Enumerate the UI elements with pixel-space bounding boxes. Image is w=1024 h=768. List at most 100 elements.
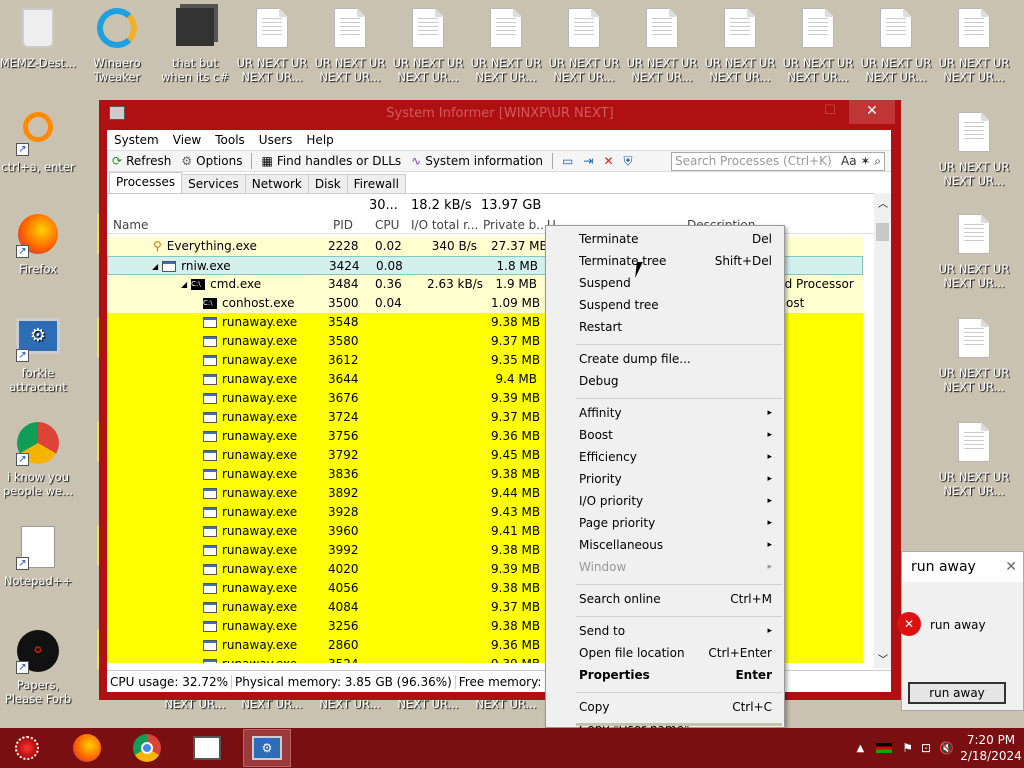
terminate-toolbar-button[interactable]: ✕	[598, 154, 618, 168]
desktop-icon[interactable]: UR NEXT UR NEXT UR...	[856, 8, 936, 84]
desktop-icon[interactable]: that but when its c#	[155, 8, 235, 84]
context-item-i-o-priority[interactable]: I/O priority ▸	[579, 492, 772, 510]
desktop-icon[interactable]: UR NEXT UR NEXT UR...	[934, 8, 1014, 84]
desktop-icon[interactable]: UR NEXT UR NEXT UR...	[310, 8, 390, 84]
desktop-icon[interactable]: Winaero Tweaker	[77, 8, 157, 84]
context-item-create-dump-file[interactable]: Create dump file...	[579, 350, 772, 368]
close-window-button[interactable]: ✕	[849, 100, 895, 124]
desktop-icon-label: UR NEXT UR NEXT UR...	[548, 56, 620, 84]
desktop-icon[interactable]: UR NEXT UR NEXT UR...	[778, 8, 858, 84]
taskbar-firefox[interactable]	[63, 729, 111, 767]
context-item-affinity[interactable]: Affinity ▸	[579, 404, 772, 422]
menu-item-shortcut: Enter	[735, 668, 772, 682]
desktop-icon[interactable]: ✪ ↗ Papers, Please Forb	[0, 630, 78, 706]
context-item-debug[interactable]: Debug	[579, 372, 772, 390]
exe-icon	[203, 544, 217, 556]
menu-item-shortcut: Ctrl+M	[730, 592, 772, 606]
menu-users[interactable]: Users	[252, 133, 300, 147]
process-pid: 2860	[328, 638, 359, 652]
context-item-suspend[interactable]: Suspend	[579, 274, 772, 292]
dialog-close-icon[interactable]: ✕	[1005, 552, 1017, 582]
header-private[interactable]: Private b...	[483, 218, 548, 232]
show-hidden-icons[interactable]: ▲	[857, 743, 865, 754]
expand-arrow-icon[interactable]: ◢	[152, 262, 158, 271]
header-name[interactable]: Name	[113, 218, 148, 232]
menu-view[interactable]: View	[166, 133, 208, 147]
vertical-scrollbar[interactable]: ︿ ﹀	[874, 193, 891, 668]
scroll-thumb[interactable]	[876, 223, 889, 241]
menu-help[interactable]: Help	[299, 133, 340, 147]
context-item-efficiency[interactable]: Efficiency ▸	[579, 448, 772, 466]
desktop-icon[interactable]: UR NEXT UR NEXT UR...	[622, 8, 702, 84]
header-pid[interactable]: PID	[333, 218, 353, 232]
shortcut-arrow-icon: ↗	[16, 557, 29, 570]
desktop-icon-label: i know you people we...	[2, 470, 74, 498]
desktop-icon[interactable]: UR NEXT UR NEXT UR...	[544, 8, 624, 84]
context-item-copy[interactable]: Copy Ctrl+C	[579, 698, 772, 716]
context-item-miscellaneous[interactable]: Miscellaneous ▸	[579, 536, 772, 554]
desktop-icon[interactable]: ↗ ctrl+a, enter	[0, 112, 78, 174]
menu-system[interactable]: System	[107, 133, 166, 147]
context-item-restart[interactable]: Restart	[579, 318, 772, 336]
tab-processes[interactable]: Processes	[109, 172, 183, 193]
context-item-properties[interactable]: Properties Enter	[579, 666, 772, 684]
window-icon: ▭	[562, 154, 574, 168]
desktop-icon[interactable]: UR NEXT UR NEXT UR...	[934, 214, 1014, 290]
context-item-page-priority[interactable]: Page priority ▸	[579, 514, 772, 532]
context-item-search-online[interactable]: Search online Ctrl+M	[579, 590, 772, 608]
options-button[interactable]: ⚙ Options	[176, 154, 247, 168]
desktop-icon[interactable]: ↗ i know you people we...	[0, 422, 78, 498]
scroll-up-icon[interactable]: ︿	[878, 195, 888, 210]
context-item-send-to[interactable]: Send to ▸	[579, 622, 772, 640]
action-center-icon[interactable]: ⚑	[902, 741, 913, 755]
desktop-icon[interactable]: UR NEXT UR NEXT UR...	[232, 8, 312, 84]
desktop-icon[interactable]: UR NEXT UR NEXT UR...	[934, 422, 1014, 498]
shield-button[interactable]: ⛨	[619, 154, 638, 169]
find-handles-button[interactable]: ▦ Find handles or DLLs	[256, 154, 406, 168]
tab-network[interactable]: Network	[244, 174, 309, 193]
header-io[interactable]: I/O total r...	[411, 218, 478, 232]
taskbar-chrome[interactable]	[123, 729, 171, 767]
window-icon-button[interactable]: ▭	[557, 154, 578, 168]
network-icon[interactable]: ⊡	[921, 741, 931, 755]
submenu-arrow-icon: ▸	[767, 430, 772, 440]
desktop-icon[interactable]: UR NEXT UR NEXT UR...	[934, 112, 1014, 188]
flag-icon[interactable]	[876, 743, 893, 753]
desktop-icon[interactable]: UR NEXT UR NEXT UR...	[700, 8, 780, 84]
clock[interactable]: 7:20 PM 2/18/2024	[958, 732, 1024, 764]
desktop-icon[interactable]: ↗ Notepad++	[0, 526, 78, 588]
desktop-icon[interactable]: UR NEXT UR NEXT UR...	[466, 8, 546, 84]
exe-icon	[203, 487, 217, 499]
taskbar-system-informer[interactable]: ⚙	[243, 729, 291, 767]
desktop-icon[interactable]: ⚙ ↗ forkie attractant	[0, 318, 78, 394]
tab-services[interactable]: Services	[181, 174, 246, 193]
search-input[interactable]: Search Processes (Ctrl+K) Aa ✶ ⌕	[671, 152, 885, 171]
taskbar-window[interactable]	[183, 729, 231, 767]
context-item-priority[interactable]: Priority ▸	[579, 470, 772, 488]
desktop-icon[interactable]: UR NEXT UR NEXT UR...	[934, 318, 1014, 394]
expand-arrow-icon[interactable]: ◢	[181, 280, 187, 289]
header-cpu[interactable]: CPU	[375, 218, 399, 232]
scroll-down-icon[interactable]: ﹀	[878, 651, 888, 666]
tab-firewall[interactable]: Firewall	[346, 174, 406, 193]
process-name-cell: runaway.exe	[203, 600, 297, 614]
context-item-boost[interactable]: Boost ▸	[579, 426, 772, 444]
context-item-terminate-tree[interactable]: Terminate tree Shift+Del	[579, 252, 772, 270]
refresh-button[interactable]: ⟳ Refresh	[107, 154, 176, 168]
context-item-open-file-location[interactable]: Open file location Ctrl+Enter	[579, 644, 772, 662]
desktop-icon[interactable]: MEMZ-Dest...	[0, 8, 78, 70]
menu-tools[interactable]: Tools	[208, 133, 252, 147]
start-button[interactable]	[3, 729, 51, 767]
context-item-terminate[interactable]: Terminate Del	[579, 230, 772, 248]
maximize-button[interactable]: ☐	[815, 100, 845, 124]
window-title-bar[interactable]: System Informer [WINXP\UR NEXT] ✕ ☐	[99, 100, 901, 128]
run-away-button[interactable]: run away	[908, 682, 1006, 704]
system-information-button[interactable]: ∿ System information	[406, 154, 548, 168]
volume-muted-icon[interactable]: 🔇	[939, 741, 954, 755]
context-item-suspend-tree[interactable]: Suspend tree	[579, 296, 772, 314]
tab-disk[interactable]: Disk	[307, 174, 348, 193]
desktop-icon[interactable]: ↗ Firefox	[0, 214, 78, 276]
desktop-icon[interactable]: UR NEXT UR NEXT UR...	[388, 8, 468, 84]
window-arrow-button[interactable]: ⇥	[578, 154, 598, 168]
desktop-icon-label: Papers, Please Forb	[4, 678, 72, 706]
